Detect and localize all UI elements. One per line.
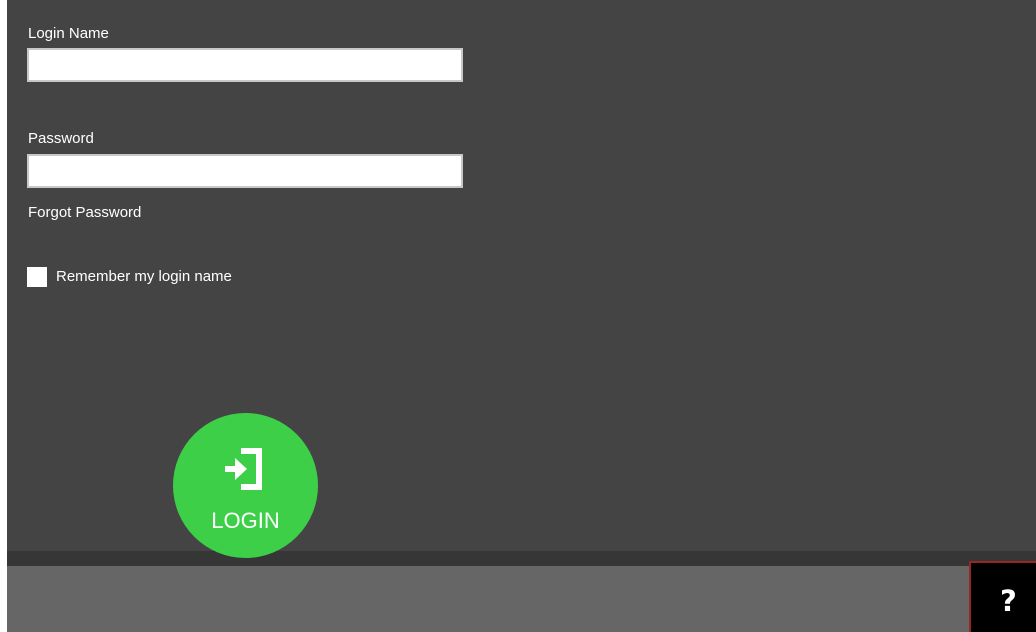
remember-login-label[interactable]: Remember my login name (56, 268, 232, 286)
sign-in-icon (225, 448, 262, 490)
forgot-password-link[interactable]: Forgot Password (28, 204, 141, 222)
login-button-label: LOGIN (211, 508, 280, 533)
help-button[interactable]: ? (969, 561, 1036, 632)
login-button[interactable]: LOGIN (173, 413, 318, 558)
login-name-field[interactable] (27, 48, 463, 82)
bottom-bar (7, 566, 1036, 632)
password-label: Password (28, 130, 94, 147)
question-mark-icon: ? (1000, 584, 1017, 618)
login-screen: Login Name Password Forgot Password Reme… (0, 0, 1036, 632)
password-field[interactable] (27, 154, 463, 188)
divider-strip (7, 551, 1036, 566)
login-name-label: Login Name (28, 25, 109, 42)
remember-login-checkbox[interactable] (27, 267, 47, 287)
